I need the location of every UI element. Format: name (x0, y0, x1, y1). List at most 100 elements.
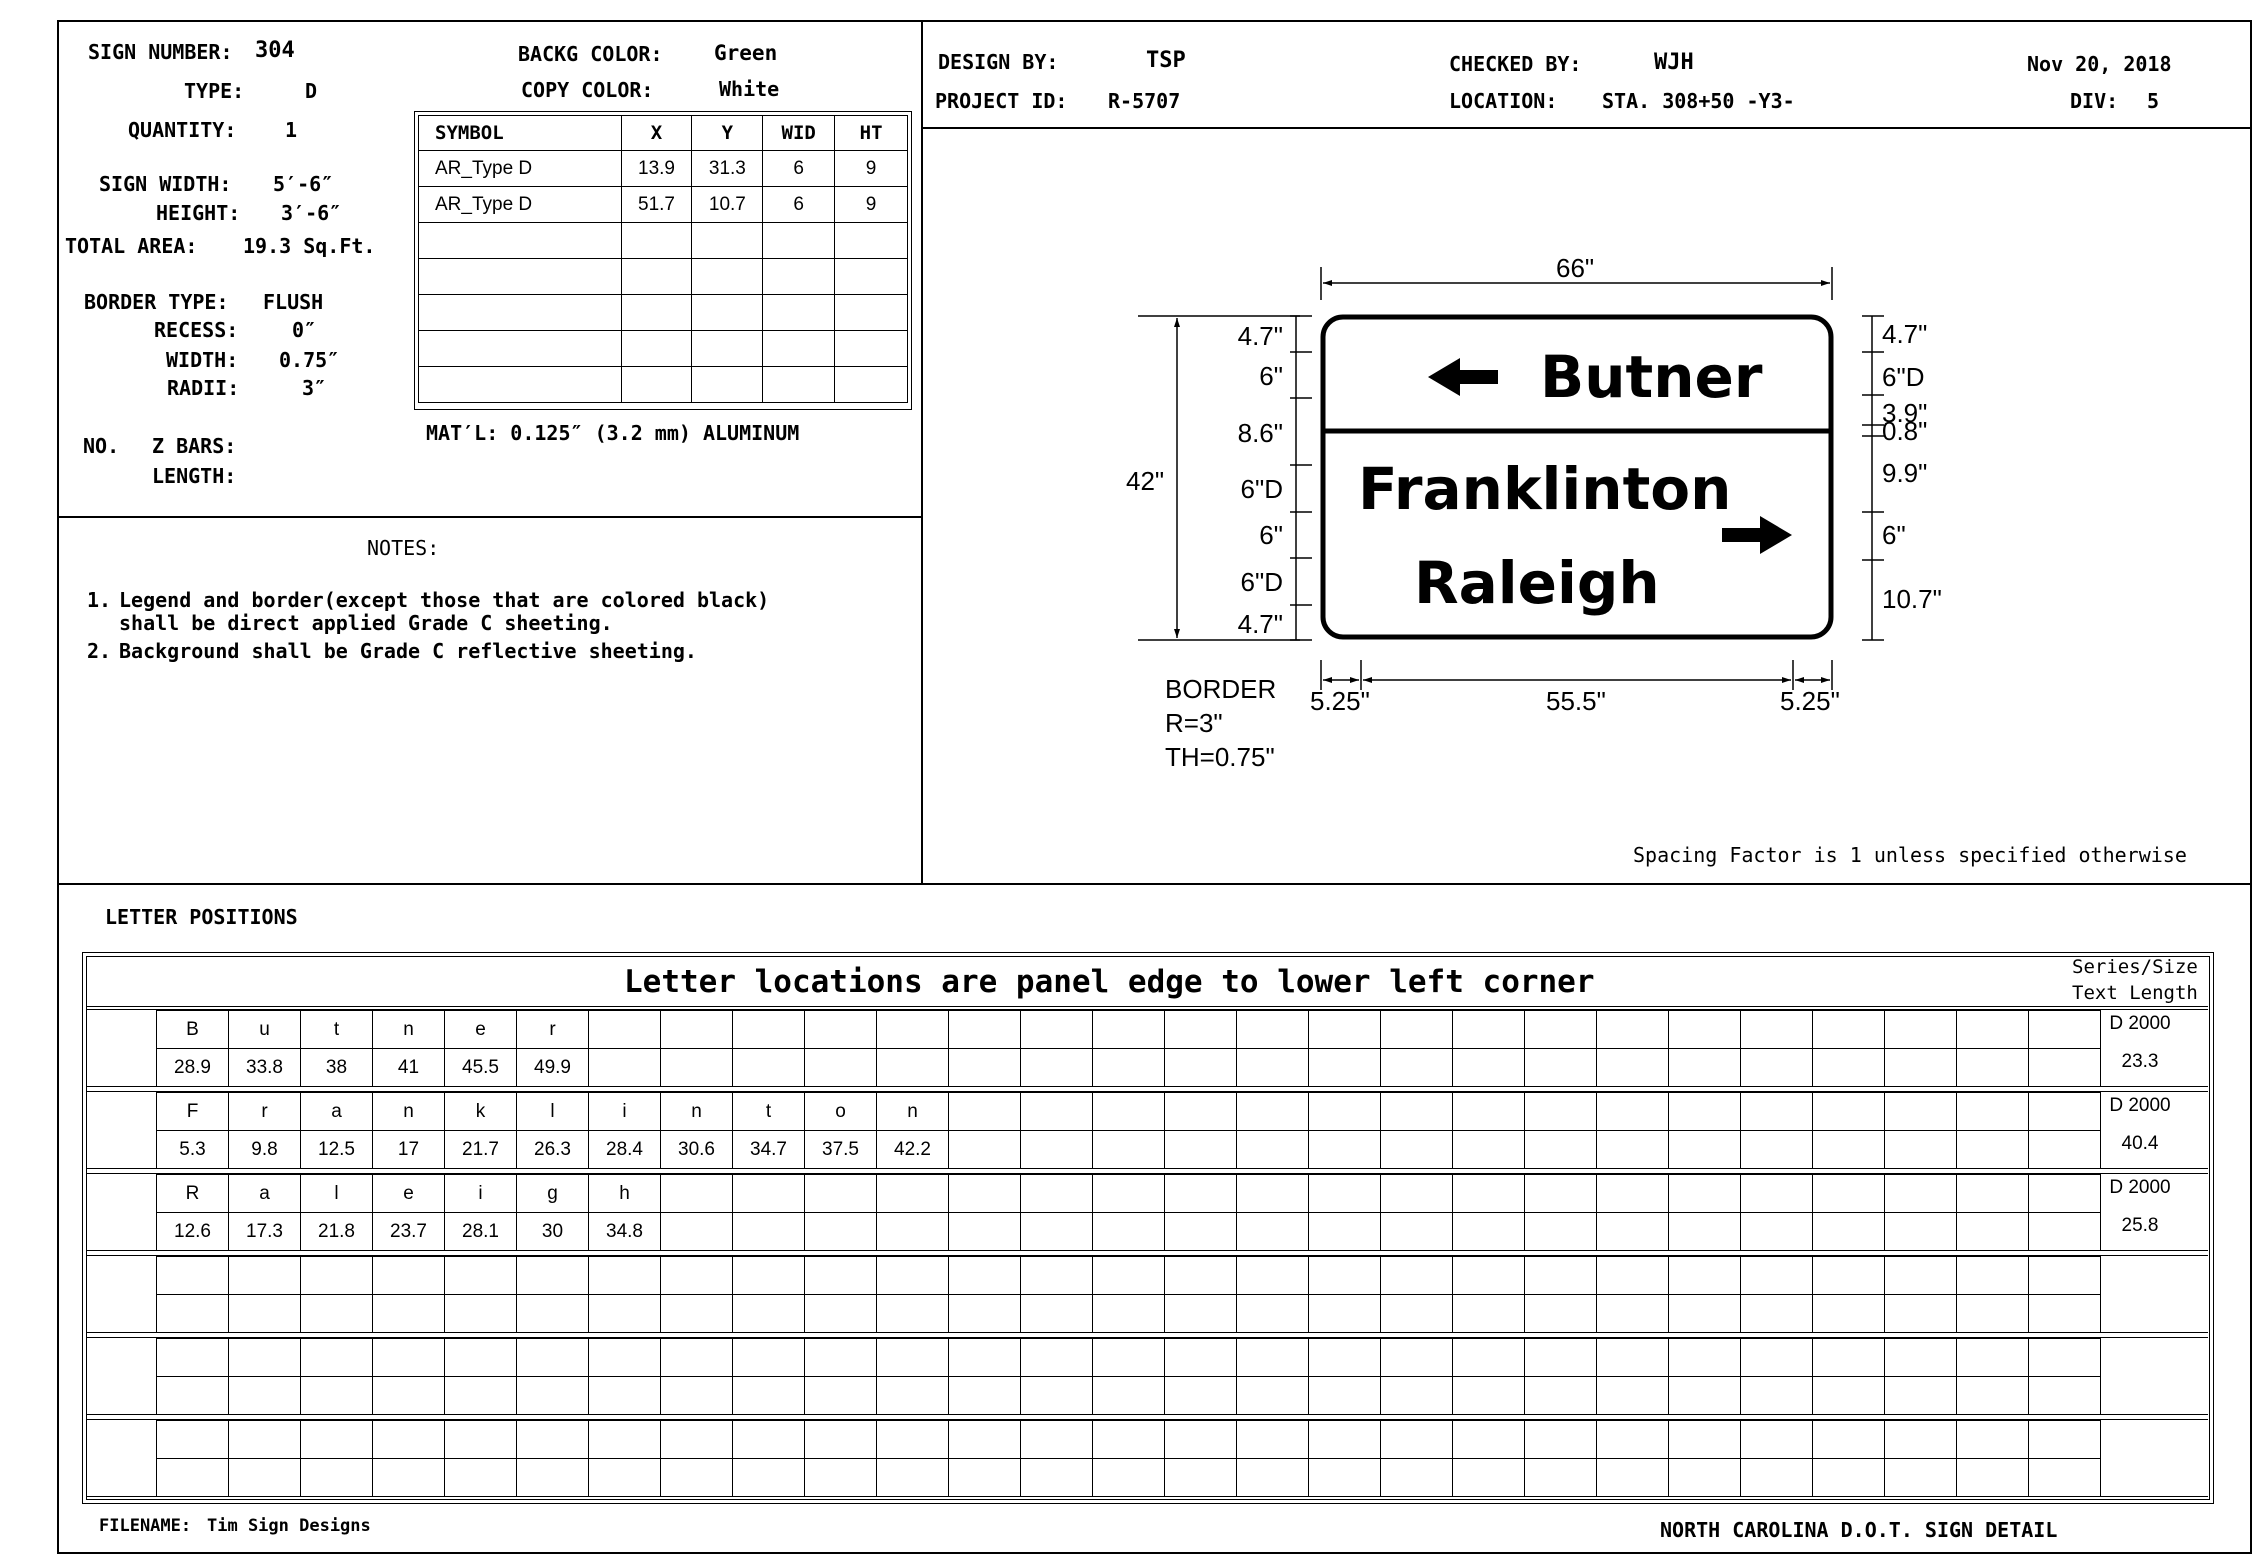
position-cell (156, 1294, 229, 1333)
sign-drawing: Butner Franklinton Raleigh 66" 42" 4.7" 6… (1126, 253, 1942, 772)
letter-cell (732, 1256, 805, 1295)
letter-cell (732, 1338, 805, 1377)
letter-cell (1884, 1338, 1957, 1377)
position-cell: 38 (300, 1048, 373, 1087)
position-cell: 33.8 (228, 1048, 301, 1087)
letter-cell: n (372, 1010, 445, 1049)
letter-row-table: Bu t n e r 28.9 33.8 38 41 45.5 49.9 (156, 1010, 2101, 1087)
position-cell (1884, 1458, 1957, 1497)
position-cell (1668, 1376, 1741, 1415)
position-cell (1020, 1130, 1093, 1169)
position-cell (804, 1376, 877, 1415)
position-cell (948, 1130, 1021, 1169)
filename-value: Tim Sign Designs (207, 1516, 371, 1536)
position-cell (660, 1294, 733, 1333)
text-length-value: 40.4 (2121, 1133, 2159, 1154)
letter-cell (804, 1256, 877, 1295)
position-row (156, 1458, 2101, 1497)
letter-cell: k (444, 1092, 517, 1131)
position-cell (1668, 1130, 1741, 1169)
letter-cell (948, 1256, 1021, 1295)
position-cell (1308, 1048, 1381, 1087)
letter-cell (2028, 1256, 2101, 1295)
letter-cell (1092, 1092, 1165, 1131)
position-cell (1452, 1130, 1525, 1169)
letter-cell (1668, 1010, 1741, 1049)
letter-cell (1380, 1174, 1453, 1213)
position-cell: 5.3 (156, 1130, 229, 1169)
letter-cell (1308, 1420, 1381, 1459)
letter-cell (804, 1338, 877, 1377)
dim-bottom-mid: 55.5" (1546, 686, 1606, 716)
position-cell (372, 1376, 445, 1415)
letter-cell: n (372, 1092, 445, 1131)
position-cell (876, 1294, 949, 1333)
letter-cell (660, 1338, 733, 1377)
letter-cell (300, 1420, 373, 1459)
letter-cell (732, 1420, 805, 1459)
position-cell: 42.2 (876, 1130, 949, 1169)
position-cell (1380, 1130, 1453, 1169)
position-cell (1380, 1376, 1453, 1415)
letter-cell: l (300, 1174, 373, 1213)
position-cell (804, 1458, 877, 1497)
position-row (156, 1294, 2101, 1333)
letter-cell (1452, 1092, 1525, 1131)
position-cell (516, 1294, 589, 1333)
letter-cell (1380, 1010, 1453, 1049)
letter-cell (1236, 1092, 1309, 1131)
dim-width: 66" (1556, 253, 1594, 283)
position-cell (732, 1458, 805, 1497)
letter-cell (1236, 1174, 1309, 1213)
letter-cell (1740, 1174, 1813, 1213)
position-cell: 17 (372, 1130, 445, 1169)
letter-cell (1380, 1256, 1453, 1295)
position-cell (804, 1294, 877, 1333)
letter-cell: g (516, 1174, 589, 1213)
position-cell (1164, 1130, 1237, 1169)
letter-banner: Letter locations are panel edge to lower… (86, 956, 2068, 1007)
position-cell (516, 1458, 589, 1497)
position-cell (228, 1458, 301, 1497)
position-cell (1308, 1212, 1381, 1251)
series-header-divider (2068, 1006, 2208, 1007)
letter-cell (1884, 1256, 1957, 1295)
position-cell: 34.8 (588, 1212, 661, 1251)
position-cell: 30 (516, 1212, 589, 1251)
position-cell (1452, 1376, 1525, 1415)
position-cell (1524, 1212, 1597, 1251)
position-cell (1740, 1048, 1813, 1087)
letter-cell (1020, 1256, 1093, 1295)
letter-cell (1164, 1174, 1237, 1213)
position-cell: 12.6 (156, 1212, 229, 1251)
letter-cell (2028, 1420, 2101, 1459)
letter-cell (1452, 1420, 1525, 1459)
letter-cell: e (372, 1174, 445, 1213)
letter-cell (1740, 1092, 1813, 1131)
position-cell (1164, 1294, 1237, 1333)
position-cell (444, 1458, 517, 1497)
letter-cell (372, 1420, 445, 1459)
position-cell (660, 1048, 733, 1087)
letter-cell (516, 1420, 589, 1459)
letter-row-table (156, 1256, 2101, 1333)
position-cell (1884, 1376, 1957, 1415)
position-row: 12.6 17.3 21.8 23.7 28.1 30 34.8 (156, 1212, 2101, 1251)
position-cell (300, 1376, 373, 1415)
letter-cell: r (516, 1010, 589, 1049)
letter-cell (228, 1420, 301, 1459)
letter-row (156, 1338, 2101, 1377)
position-cell (1236, 1130, 1309, 1169)
position-cell (1884, 1212, 1957, 1251)
letter-cell (1812, 1420, 1885, 1459)
position-cell (1740, 1458, 1813, 1497)
position-cell (1956, 1130, 2029, 1169)
border-note-line1: BORDER (1165, 674, 1276, 704)
letter-cell: t (732, 1092, 805, 1131)
series-size-value: D 2000 (2109, 1013, 2171, 1034)
position-cell (516, 1376, 589, 1415)
letter-cell: n (876, 1092, 949, 1131)
position-cell (1956, 1048, 2029, 1087)
border-note-line3: TH=0.75" (1165, 742, 1275, 772)
spacing-note: Spacing Factor is 1 unless specified oth… (1633, 843, 2187, 867)
